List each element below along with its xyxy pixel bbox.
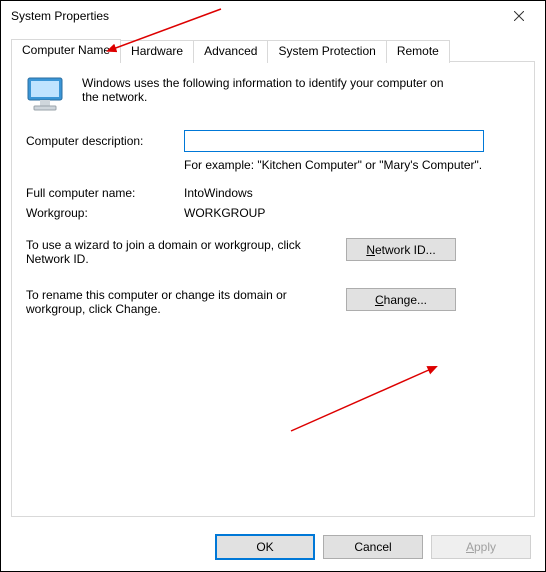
tab-advanced[interactable]: Advanced bbox=[193, 40, 268, 63]
workgroup-value: WORKGROUP bbox=[184, 206, 520, 220]
cancel-button[interactable]: Cancel bbox=[323, 535, 423, 559]
tab-remote[interactable]: Remote bbox=[386, 40, 450, 63]
change-text: To rename this computer or change its do… bbox=[26, 288, 336, 316]
window-title: System Properties bbox=[11, 9, 499, 23]
title-bar: System Properties bbox=[1, 1, 545, 31]
computer-icon bbox=[26, 76, 68, 116]
networkid-row: To use a wizard to join a domain or work… bbox=[26, 238, 520, 266]
workgroup-row: Workgroup: WORKGROUP bbox=[26, 206, 520, 220]
dialog-button-bar: OK Cancel AApplypply bbox=[1, 523, 545, 571]
description-input[interactable] bbox=[184, 130, 484, 152]
workgroup-label: Workgroup: bbox=[26, 206, 184, 220]
intro-text: Windows uses the following information t… bbox=[82, 76, 462, 104]
fullname-row: Full computer name: IntoWindows bbox=[26, 186, 520, 200]
tab-panel: Windows uses the following information t… bbox=[11, 61, 535, 517]
description-hint: For example: "Kitchen Computer" or "Mary… bbox=[184, 158, 484, 172]
tab-computer-name[interactable]: Computer Name bbox=[11, 39, 121, 62]
ok-button[interactable]: OK bbox=[215, 534, 315, 560]
tab-system-protection[interactable]: System Protection bbox=[267, 40, 386, 63]
change-row: To rename this computer or change its do… bbox=[26, 288, 520, 316]
tab-strip: Computer Name Hardware Advanced System P… bbox=[11, 39, 535, 62]
tab-hardware[interactable]: Hardware bbox=[120, 40, 194, 63]
fullname-label: Full computer name: bbox=[26, 186, 184, 200]
apply-button: AApplypply bbox=[431, 535, 531, 559]
close-icon bbox=[514, 11, 524, 21]
change-button[interactable]: Change... bbox=[346, 288, 456, 311]
client-area: Computer Name Hardware Advanced System P… bbox=[11, 39, 535, 517]
close-button[interactable] bbox=[499, 3, 539, 29]
fullname-value: IntoWindows bbox=[184, 186, 520, 200]
network-id-button[interactable]: Network ID... bbox=[346, 238, 456, 261]
networkid-text: To use a wizard to join a domain or work… bbox=[26, 238, 336, 266]
description-label: Computer description: bbox=[26, 134, 184, 148]
intro-row: Windows uses the following information t… bbox=[26, 76, 520, 116]
description-row: Computer description: bbox=[26, 130, 520, 152]
